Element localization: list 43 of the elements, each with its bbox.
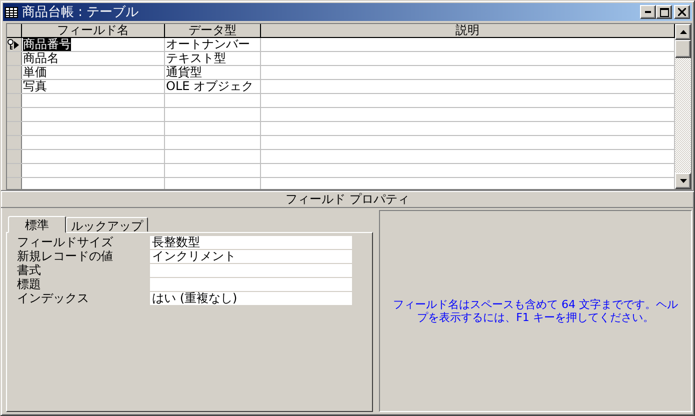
- table-row[interactable]: 写真 OLE オブジェク: [7, 80, 675, 94]
- scroll-thumb[interactable]: [675, 40, 691, 58]
- property-label: フィールドサイズ: [17, 236, 114, 250]
- tab[interactable]: ルックアップ: [66, 217, 148, 232]
- property-label: 新規レコードの値: [17, 250, 114, 264]
- field-name-cell[interactable]: 商品名: [23, 52, 59, 65]
- table-icon: [5, 6, 18, 18]
- window-title: 商品台帳 : テーブル: [22, 4, 140, 21]
- minimize-icon: [645, 11, 651, 13]
- field-name-cell[interactable]: 商品番号: [23, 38, 71, 51]
- property-field[interactable]: インクリメント: [150, 250, 352, 264]
- column-header: データ型: [165, 24, 261, 37]
- property-label: 標題: [17, 278, 42, 292]
- column-header: フィールド名: [22, 24, 165, 37]
- data-type-cell[interactable]: テキスト型: [165, 52, 261, 65]
- maximize-icon: [660, 8, 668, 16]
- close-icon: [678, 8, 686, 16]
- tab[interactable]: 標準: [8, 216, 66, 233]
- property-field[interactable]: [150, 278, 352, 292]
- property-label: インデックス: [17, 292, 90, 306]
- data-type-cell[interactable]: オートナンバー: [165, 38, 261, 51]
- field-name-cell[interactable]: 写真: [23, 80, 47, 93]
- property-field[interactable]: [150, 264, 352, 278]
- column-header: 説明: [261, 24, 675, 37]
- property-field[interactable]: 長整数型: [150, 236, 352, 250]
- property-field[interactable]: はい (重複なし): [150, 292, 352, 306]
- help-text: フィールド名はスペースも含めて 64 文字までです。ヘルプを表示するには、F1 キーを押してください。: [392, 298, 679, 324]
- down-arrow-icon: [680, 179, 686, 183]
- table-row[interactable]: 商品番号 オートナンバー: [7, 38, 675, 52]
- up-arrow-icon: [680, 30, 686, 34]
- data-type-cell[interactable]: 通貨型: [165, 66, 261, 79]
- table-row[interactable]: 商品名 テキスト型: [7, 52, 675, 66]
- maximize-button[interactable]: [656, 5, 672, 19]
- property-label: 書式: [17, 264, 42, 278]
- field-name-cell[interactable]: 単価: [23, 66, 47, 79]
- section-heading: フィールド プロパティ: [1, 190, 694, 208]
- scroll-up-button[interactable]: [675, 24, 691, 40]
- data-type-cell[interactable]: OLE オブジェク: [165, 80, 261, 93]
- minimize-button[interactable]: [640, 5, 656, 19]
- scroll-down-button[interactable]: [675, 173, 691, 189]
- close-button[interactable]: [674, 5, 690, 19]
- table-row[interactable]: 単価 通貨型: [7, 66, 675, 80]
- row-selector[interactable]: [7, 38, 22, 51]
